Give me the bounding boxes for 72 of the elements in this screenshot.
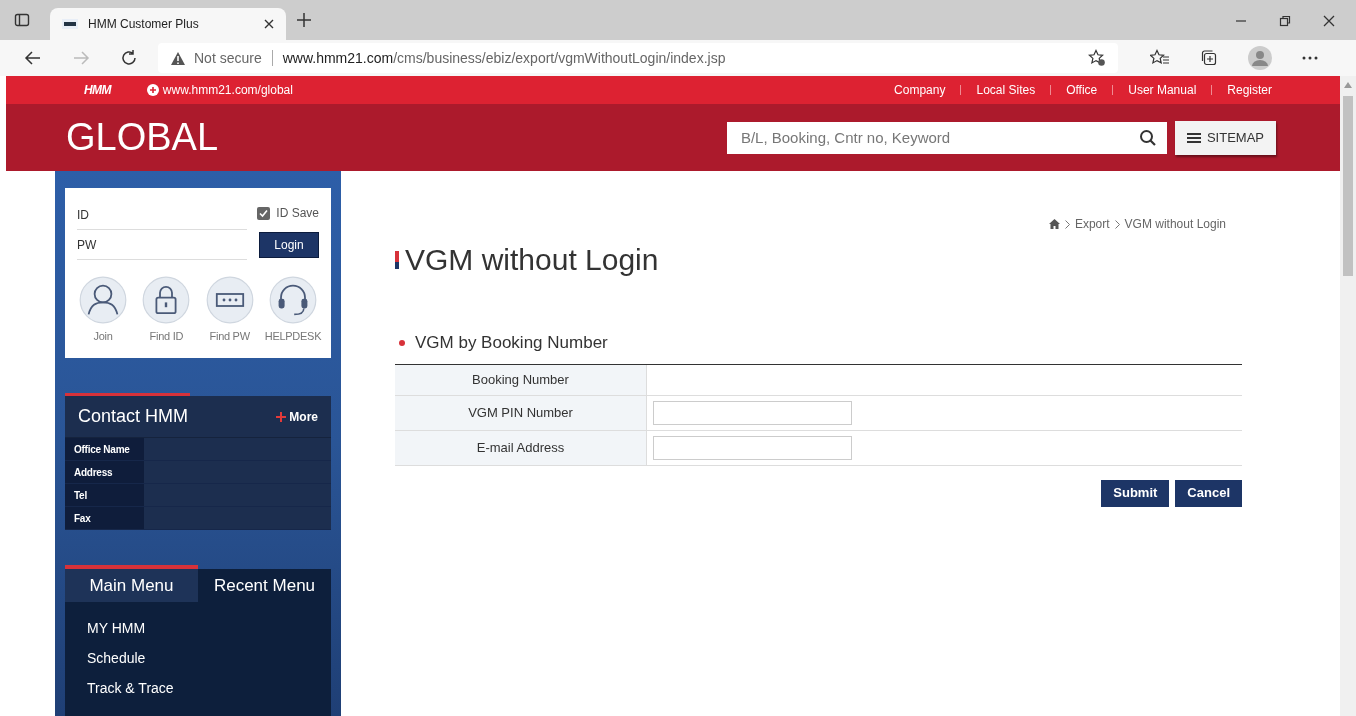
password-field[interactable]: PW (77, 230, 248, 260)
collections-icon[interactable] (1200, 49, 1218, 67)
id-save-checkbox[interactable] (257, 206, 271, 220)
contact-label: Address (65, 461, 144, 483)
text-input-field[interactable] (653, 400, 852, 425)
more-link[interactable]: More (276, 407, 318, 426)
sitemap-button[interactable]: SITEMAP (1174, 120, 1276, 155)
top-nav-link[interactable]: Company (894, 81, 946, 99)
contact-label: Tel (65, 484, 144, 506)
form-button[interactable]: Submit (1101, 479, 1170, 507)
section-title: VGM by Booking Number (415, 332, 608, 354)
page-title: VGM without Login (405, 242, 659, 278)
id-save-label: ID Save (276, 205, 319, 222)
contact-title: Contact HMM (78, 405, 189, 428)
form-label: Booking Number (395, 364, 647, 395)
id-field[interactable]: ID (77, 200, 248, 230)
favorites-icon[interactable] (1150, 49, 1170, 67)
home-icon[interactable] (1048, 219, 1060, 229)
tab-title: HMM Customer Plus (88, 16, 200, 33)
restore-icon[interactable] (1278, 14, 1292, 28)
quick-link[interactable]: Find ID (149, 328, 184, 345)
profile-icon[interactable] (1248, 46, 1272, 70)
breadcrumb-link[interactable]: Export (1074, 215, 1110, 233)
top-nav-link[interactable]: User Manual (1128, 81, 1197, 99)
quick-link[interactable]: Join (93, 328, 113, 345)
sidebar-toggle-icon[interactable] (14, 12, 30, 28)
address-bar[interactable]: Not secure www.hmm21.com/cms/business/ebiz/export/vgmWithoutLogin/index.jsp (158, 43, 1118, 73)
menu-item[interactable]: MY HMM (87, 618, 331, 640)
global-site-link[interactable]: www.hmm21.com/global (162, 81, 293, 99)
logo[interactable]: HMM (84, 81, 111, 99)
text-input-field[interactable] (653, 435, 852, 460)
form-label: VGM PIN Number (395, 395, 647, 430)
top-nav-link[interactable]: Office (1066, 81, 1098, 99)
url-text: www.hmm21.com/cms/business/ebiz/export/vgmWithoutLogin/index.jsp (282, 48, 726, 68)
back-icon[interactable] (24, 49, 42, 67)
warning-icon (170, 50, 186, 66)
quick-link[interactable]: Find PW (209, 328, 250, 345)
add-favorite-icon[interactable] (1088, 49, 1106, 67)
site-favicon-icon (62, 19, 78, 29)
title-marker (395, 250, 399, 269)
login-button[interactable]: Login (259, 232, 319, 258)
contact-label: Fax (65, 507, 144, 529)
form-button[interactable]: Cancel (1175, 479, 1242, 507)
form-label: E-mail Address (395, 430, 647, 465)
plus-icon (276, 411, 287, 422)
chevron-right-icon (1064, 219, 1070, 229)
password-dots-icon[interactable] (205, 276, 254, 324)
close-tab-icon[interactable] (264, 19, 274, 29)
reload-icon[interactable] (120, 49, 138, 67)
top-nav-link[interactable]: Local Sites (976, 81, 1036, 99)
security-label: Not secure (194, 48, 262, 68)
search-field[interactable]: B/L, Booking, Cntr no, Keyword (726, 121, 1167, 154)
menu-item[interactable]: Track & Trace (87, 678, 331, 700)
contact-label: Office Name (65, 438, 144, 460)
site-title: GLOBAL (66, 115, 219, 160)
breadcrumb-link[interactable]: VGM without Login (1124, 215, 1226, 233)
lock-icon[interactable] (142, 276, 191, 324)
plus-circle-icon (146, 84, 159, 96)
search-icon[interactable] (1138, 128, 1157, 147)
menu-item[interactable]: Schedule (87, 648, 331, 670)
headset-icon[interactable] (269, 276, 317, 324)
top-nav-link[interactable]: Register (1227, 81, 1272, 99)
more-options-icon[interactable] (1302, 56, 1318, 60)
menu-icon (1186, 131, 1201, 144)
browser-tab[interactable]: HMM Customer Plus (50, 8, 286, 40)
quick-link[interactable]: HELPDESK (264, 328, 322, 345)
person-icon[interactable] (79, 276, 127, 324)
close-icon[interactable] (1322, 14, 1336, 28)
new-tab-icon[interactable] (296, 12, 312, 28)
chevron-right-icon (1114, 219, 1120, 229)
scrollbar-thumb[interactable] (1343, 96, 1353, 276)
menu-tab[interactable]: Main Menu (65, 569, 198, 602)
